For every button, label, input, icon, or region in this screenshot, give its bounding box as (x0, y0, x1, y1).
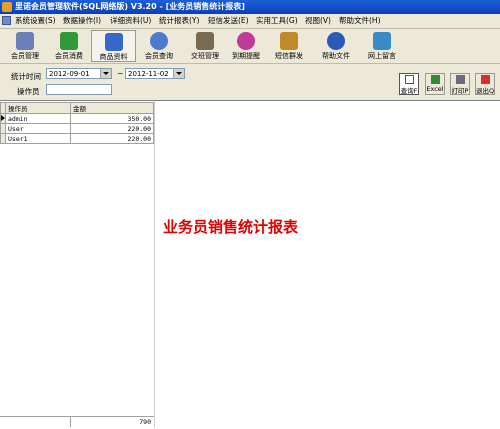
toolbar-label: 会员消费 (55, 52, 83, 60)
print-button[interactable]: 打印P (450, 73, 470, 95)
online-message-button[interactable]: 网上留言 (362, 30, 402, 62)
title-bar: 里诺会员管理软件(SQL网络版) V3.20 - [业务员销售统计报表] (0, 0, 500, 14)
menu-bar: 系统设置(S) 数据操作(I) 详细资料(U) 统计报表(Y) 短信发送(E) … (0, 14, 500, 29)
menu-data-operations[interactable]: 数据操作(I) (63, 15, 101, 27)
current-row-arrow-icon (1, 114, 5, 121)
query-button[interactable]: 查询F (399, 73, 419, 95)
product-icon (104, 33, 123, 51)
report-title: 业务员销售统计报表 (163, 218, 299, 236)
table-row[interactable]: admin 350.00 (0, 113, 154, 124)
app-icon (2, 2, 12, 12)
toolbar-label: 帮助文件 (322, 52, 350, 60)
printer-icon (455, 75, 465, 84)
excel-button[interactable]: Excel (425, 73, 445, 95)
sales-grid[interactable]: 操作员 金额 admin 350.00 User 220.00 User1 22… (0, 102, 154, 144)
toolbar-label: 会员管理 (11, 52, 39, 60)
help-icon (327, 32, 345, 50)
grid-divider (154, 101, 155, 428)
query-button-label: 查询F (400, 87, 418, 95)
print-button-label: 打印P (451, 87, 469, 95)
menu-reports[interactable]: 统计报表(Y) (159, 15, 199, 27)
period-label: 统计时间 (11, 72, 41, 81)
menu-tools[interactable]: 实用工具(G) (256, 15, 298, 27)
member-search-button[interactable]: 会员查询 (138, 30, 180, 62)
cell-amount[interactable]: 350.00 (70, 113, 154, 124)
search-icon (150, 32, 168, 50)
table-row[interactable]: User 220.00 (0, 123, 154, 134)
operator-label: 操作员 (17, 87, 40, 96)
exit-button[interactable]: 退出Q (475, 73, 495, 95)
sms-icon (280, 32, 298, 50)
toolbar-label: 交班管理 (191, 52, 219, 60)
excel-button-label: Excel (426, 85, 444, 93)
help-file-button[interactable]: 帮助文件 (316, 30, 356, 62)
window-title: 里诺会员管理软件(SQL网络版) V3.20 - [业务员销售统计报表] (15, 2, 245, 11)
row-indicator (0, 113, 6, 124)
money-icon (60, 32, 78, 50)
reminder-icon (237, 32, 255, 50)
grid-footer: 790 (0, 416, 154, 427)
excel-icon (430, 75, 440, 84)
footer-spacer (0, 417, 71, 427)
column-header-operator[interactable]: 操作员 (5, 102, 71, 114)
product-info-button[interactable]: 商品资料 (91, 30, 136, 62)
member-consumption-button[interactable]: 会员消费 (48, 30, 90, 62)
cell-operator[interactable]: User (5, 123, 71, 134)
toolbar-label: 商品资料 (99, 53, 128, 61)
toolbar-label: 网上留言 (368, 52, 396, 60)
document-icon (404, 75, 414, 84)
date-to-picker[interactable]: 2012-11-02 (125, 68, 185, 79)
column-header-amount[interactable]: 金额 (70, 102, 154, 114)
exit-button-label: 退出Q (476, 87, 495, 95)
grid-header-row: 操作员 金额 (0, 102, 154, 114)
cell-amount[interactable]: 220.00 (70, 123, 154, 134)
date-from-value: 2012-09-01 (49, 70, 90, 78)
table-row[interactable]: User1 220.00 (0, 133, 154, 144)
mdi-window-icon[interactable] (2, 16, 11, 25)
operator-input[interactable] (46, 84, 112, 95)
cell-amount[interactable]: 220.00 (70, 133, 154, 144)
expiry-reminder-button[interactable]: 到期提醒 (228, 30, 264, 62)
date-from-picker[interactable]: 2012-09-01 (46, 68, 112, 79)
cell-operator[interactable]: admin (5, 113, 71, 124)
menu-view[interactable]: 视图(V) (305, 15, 331, 27)
toolbar-label: 短信群发 (275, 52, 303, 60)
message-icon (373, 32, 391, 50)
shift-icon (196, 32, 214, 50)
menu-help[interactable]: 帮助文件(H) (339, 15, 381, 27)
menu-system-settings[interactable]: 系统设置(S) (15, 15, 56, 27)
main-toolbar: 会员管理 会员消费 商品资料 会员查询 交班管理 到期提醒 短信群发 帮助文件 … (0, 29, 500, 64)
chevron-down-icon[interactable] (173, 69, 184, 78)
date-to-value: 2012-11-02 (128, 70, 169, 78)
chevron-down-icon[interactable] (100, 69, 111, 78)
report-area (0, 100, 500, 429)
toolbar-label: 会员查询 (145, 52, 173, 60)
menu-sms[interactable]: 短信发送(E) (208, 15, 249, 27)
member-management-button[interactable]: 会员管理 (4, 30, 46, 62)
menu-details[interactable]: 详细资料(U) (110, 15, 151, 27)
member-icon (16, 32, 34, 50)
total-amount: 790 (139, 418, 151, 426)
date-separator: ~ (117, 69, 124, 78)
close-icon (480, 75, 490, 84)
shift-management-button[interactable]: 交班管理 (182, 30, 228, 62)
toolbar-label: 到期提醒 (232, 52, 260, 60)
sms-broadcast-button[interactable]: 短信群发 (270, 30, 308, 62)
cell-operator[interactable]: User1 (5, 133, 71, 144)
